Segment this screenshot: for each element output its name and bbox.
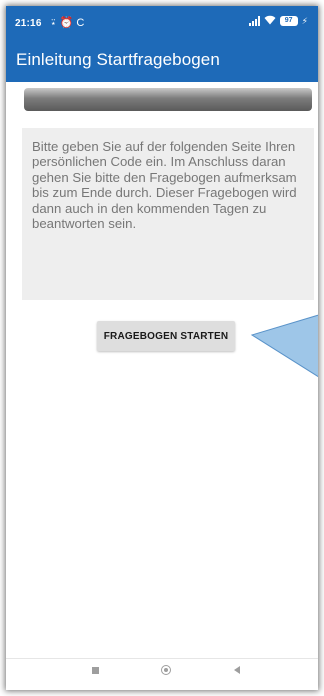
annotation-arrow-icon (250, 314, 318, 378)
back-icon[interactable] (234, 666, 240, 674)
recent-apps-icon[interactable] (92, 667, 99, 674)
nav-bar (6, 658, 318, 690)
home-icon[interactable] (161, 665, 171, 675)
phone-screen: 21:16 ⍣ ⏰ C 97 ⚡ Einleitung Startfragebo… (6, 6, 318, 690)
